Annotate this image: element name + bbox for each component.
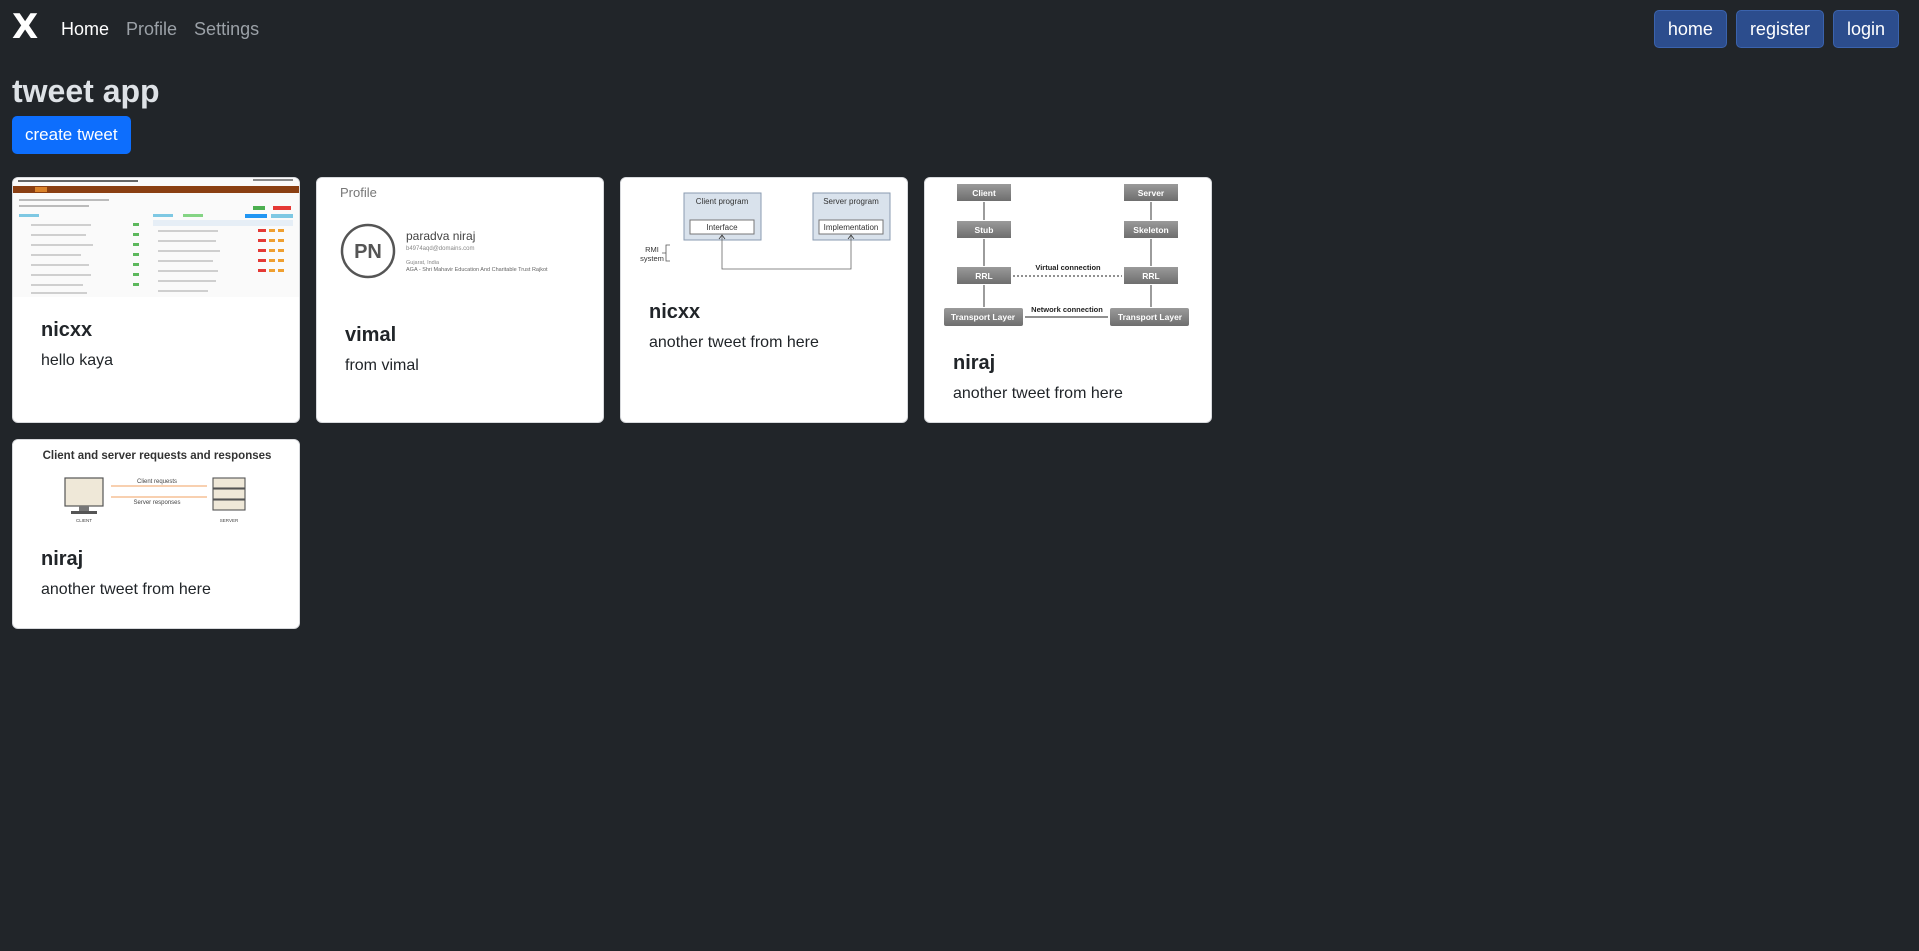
image-text: Profile — [340, 185, 377, 200]
tweet-text: from vimal — [345, 357, 419, 374]
tweet-username[interactable]: nicxx — [649, 301, 907, 324]
image-text: Interface — [706, 223, 738, 232]
tweet-card: Client program Interface Server program … — [620, 177, 908, 423]
tweet-text: another tweet from here — [953, 385, 1123, 402]
nav-link-profile[interactable]: Profile — [126, 18, 177, 40]
image-text: Server program — [823, 197, 879, 206]
image-text: Server responses — [133, 500, 180, 506]
nav-link-home[interactable]: Home — [61, 18, 109, 40]
image-text: Transport Layer — [1118, 312, 1183, 322]
tweet-text: another tweet from here — [41, 581, 211, 598]
image-text: Server — [1138, 188, 1165, 198]
tweet-username[interactable]: nicxx — [41, 319, 299, 342]
tweet-card: nicxx hello kaya — [12, 177, 300, 423]
image-text: paradva niraj — [406, 229, 475, 243]
image-text: RMI — [645, 245, 659, 254]
nav-buttons: home register login — [1653, 10, 1899, 48]
tweet-username[interactable]: niraj — [41, 548, 299, 571]
image-text: RRL — [975, 271, 992, 281]
create-tweet-button[interactable]: create tweet — [12, 116, 131, 154]
image-text: Client requests — [137, 479, 177, 485]
image-text: Transport Layer — [951, 312, 1016, 322]
image-text: Stub — [975, 225, 994, 235]
image-text: Client program — [696, 197, 749, 206]
tweet-card: Client and server requests and responses… — [12, 439, 300, 629]
image-text: Implementation — [824, 223, 879, 232]
register-button[interactable]: register — [1735, 10, 1824, 48]
tweet-username[interactable]: niraj — [953, 352, 1211, 375]
image-text: PN — [354, 241, 382, 263]
image-text: Virtual connection — [1035, 263, 1101, 272]
image-text: Client and server requests and responses — [43, 450, 272, 462]
tweet-image: Profile PN paradva niraj b4974aqd@domain… — [317, 178, 603, 300]
tweet-text: hello kaya — [41, 352, 114, 369]
page-title: tweet app — [12, 73, 160, 109]
tweet-image: Client and server requests and responses… — [13, 440, 299, 527]
tweet-image — [13, 178, 299, 297]
image-text: Client — [972, 188, 996, 198]
image-text: RRL — [1142, 271, 1159, 281]
brand-logo[interactable]: X — [12, 6, 38, 48]
image-text: SERVER — [220, 518, 239, 523]
image-text: system — [640, 254, 664, 263]
tweet-image: Client Server Stub Skeleton RRL RRL Tran… — [925, 178, 1211, 334]
tweet-card: Client Server Stub Skeleton RRL RRL Tran… — [924, 177, 1212, 423]
image-text: AGA - Shri Mahavir Education And Charita… — [406, 267, 548, 273]
image-text: b4974aqd@domains.com — [406, 246, 474, 252]
tweet-image: Client program Interface Server program … — [621, 178, 907, 278]
navbar: X Home Profile Settings home register lo… — [0, 0, 1919, 56]
home-button[interactable]: home — [1653, 10, 1727, 48]
login-button[interactable]: login — [1832, 10, 1899, 48]
tweet-text: another tweet from here — [649, 334, 819, 351]
tweet-username[interactable]: vimal — [345, 324, 603, 347]
image-text: Network connection — [1031, 305, 1103, 314]
nav-links: Home Profile Settings — [61, 18, 276, 40]
nav-link-settings[interactable]: Settings — [194, 18, 259, 40]
tweet-card: Profile PN paradva niraj b4974aqd@domain… — [316, 177, 604, 423]
image-text: Gujarat, India — [406, 260, 440, 266]
image-text: Skeleton — [1133, 225, 1168, 235]
image-text: CLIENT — [76, 518, 92, 523]
